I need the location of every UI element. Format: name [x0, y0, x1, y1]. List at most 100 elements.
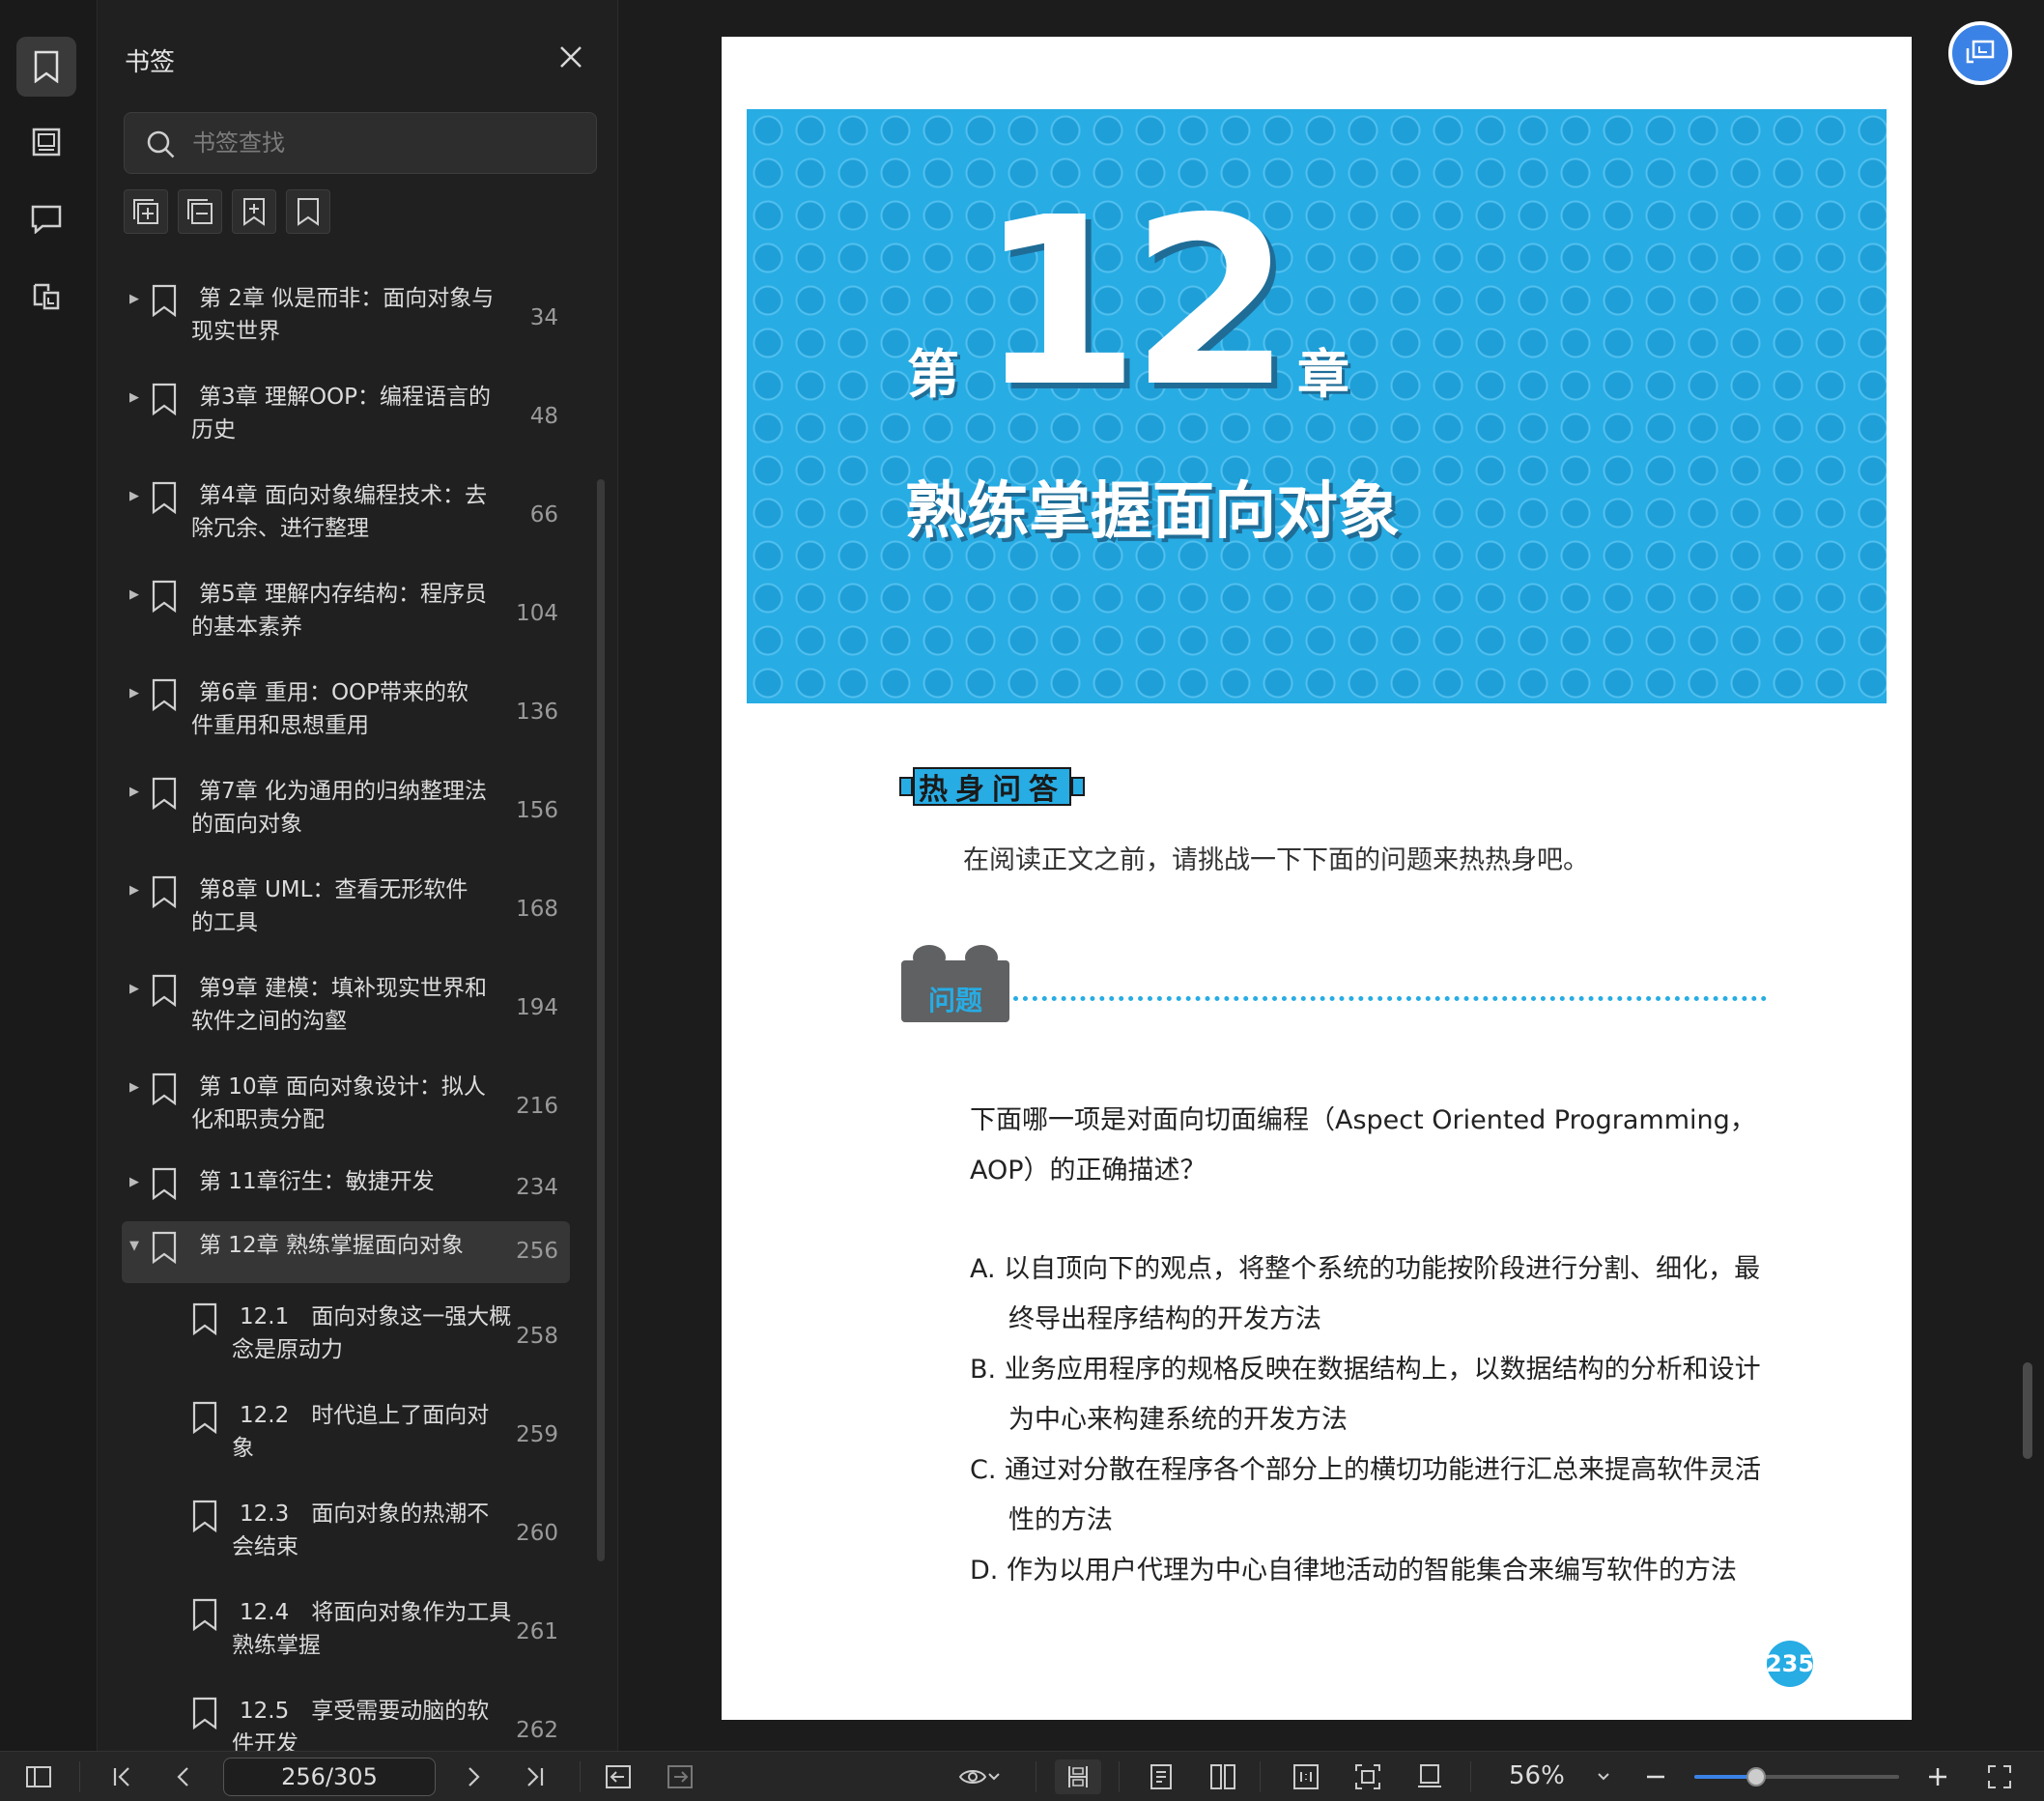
page-extract-icon [33, 283, 60, 310]
bookmark-search-input[interactable] [192, 113, 579, 173]
expand-toggle-icon[interactable]: ▶ [129, 292, 143, 306]
two-page-icon [1210, 1764, 1235, 1789]
bookmark-subitem[interactable]: 12.1 面向对象这一强大概 念是原动力 258 [122, 1289, 570, 1387]
next-page-button[interactable] [456, 1759, 491, 1794]
sidebar-icon [26, 1766, 51, 1787]
bookmark-search-box[interactable] [124, 112, 597, 174]
bookmark-icon [152, 875, 177, 908]
fit-page-button[interactable] [1347, 1759, 1389, 1794]
bookmark-page-number: 136 [516, 700, 558, 725]
zoom-out-button[interactable] [1638, 1759, 1673, 1794]
fit-width-icon [1068, 1766, 1088, 1787]
expand-toggle-icon[interactable]: ▶ [129, 587, 143, 602]
two-page-button[interactable] [1202, 1759, 1244, 1794]
tag-cap-right [1071, 777, 1085, 796]
bookmark-label: 第 10章 面向对象设计：拟人 [199, 1074, 486, 1100]
bookmark-label: 第5章 理解内存结构：程序员 [199, 582, 487, 607]
bookmark-label-continued: 象 [232, 1436, 254, 1461]
expand-toggle-icon[interactable]: ▶ [129, 390, 143, 405]
zoom-slider[interactable] [1694, 1767, 1899, 1787]
zoom-dropdown[interactable] [1590, 1759, 1617, 1794]
chevron-down-icon [988, 1773, 1000, 1781]
add-bookmark-icon [243, 198, 265, 226]
zoom-slider-handle[interactable] [1746, 1767, 1766, 1787]
annotation-panel-button[interactable] [16, 189, 76, 249]
back-button[interactable] [601, 1759, 636, 1794]
bookmark-subitem[interactable]: 12.5 享受需要动脑的软 件开发 262 [122, 1683, 570, 1751]
comment-icon [31, 205, 62, 234]
bookmark-item[interactable]: ▶ 第5章 理解内存结构：程序员 的基本素养 104 [122, 566, 570, 665]
bookmark-subitem[interactable]: 12.2 时代追上了面向对象 259 [122, 1387, 570, 1486]
expand-toggle-icon[interactable]: ▶ [129, 1175, 143, 1189]
bookmark-item[interactable]: ▶ 第3章 理解OOP：编程语言的 历史 48 [122, 369, 570, 468]
expand-toggle-icon[interactable]: ▶ [129, 982, 143, 996]
bookmark-item[interactable]: ▼ 第 12章 熟练掌握面向对象 256 [122, 1221, 570, 1283]
page-number-badge: 235 [1766, 1641, 1814, 1687]
bookmark-item[interactable]: ▶ 第6章 重用：OOP带来的软 件重用和思想重用 136 [122, 665, 570, 763]
bookmark-item[interactable]: ▶ 第9章 建模：填补现实世界和 软件之间的沟壑 194 [122, 960, 570, 1059]
bookmark-button[interactable] [286, 189, 330, 234]
thumbnail-panel-button[interactable] [16, 112, 76, 172]
warmup-tag: 热身问答 [899, 767, 1085, 807]
expand-all-button[interactable] [124, 189, 168, 234]
fullscreen-button[interactable] [1982, 1759, 2017, 1794]
expand-toggle-icon[interactable]: ▶ [129, 1080, 143, 1095]
bookmark-icon [152, 481, 177, 514]
document-viewport[interactable]: 第 12 章 熟练掌握面向对象 热身问答 在阅读正文之前，请挑战一下下面的问题来… [619, 0, 2044, 1751]
bookmark-icon [152, 1167, 177, 1200]
last-page-button[interactable] [518, 1759, 553, 1794]
add-bookmark-button[interactable] [232, 189, 276, 234]
fit-width-button[interactable] [1055, 1759, 1101, 1794]
bookmark-item[interactable]: ▶ 第 10章 面向对象设计：拟人 化和职责分配 216 [122, 1059, 570, 1158]
single-page-icon [1150, 1764, 1172, 1789]
expand-toggle-icon[interactable]: ▶ [129, 785, 143, 799]
actual-size-button[interactable] [1285, 1759, 1327, 1794]
bookmark-label-continued: 的面向对象 [191, 812, 302, 837]
bookmark-subitem[interactable]: 12.3 面向对象的热潮不 会结束 260 [122, 1486, 570, 1585]
close-icon[interactable] [556, 43, 585, 71]
bookmark-icon [192, 1401, 217, 1434]
bookmark-item[interactable]: ▶ 第8章 UML：查看无形软件 的工具 168 [122, 862, 570, 960]
bookmark-page-number: 156 [516, 798, 558, 823]
actual-size-icon [1293, 1764, 1319, 1789]
bookmark-subitem[interactable]: 12.4 将面向对象作为工具 熟练掌握 261 [122, 1585, 570, 1683]
zoom-level[interactable]: 56% [1509, 1761, 1565, 1790]
first-page-button[interactable] [104, 1759, 139, 1794]
panel-scrollbar[interactable] [597, 479, 605, 1561]
expand-toggle-icon[interactable]: ▶ [129, 883, 143, 898]
warmup-intro: 在阅读正文之前，请挑战一下下面的问题来热热身吧。 [963, 845, 1589, 875]
zoom-in-button[interactable] [1920, 1759, 1955, 1794]
prev-page-button[interactable] [166, 1759, 201, 1794]
collapse-all-button[interactable] [178, 189, 222, 234]
extract-panel-button[interactable] [16, 267, 76, 327]
single-page-button[interactable] [1140, 1759, 1182, 1794]
expand-toggle-icon[interactable]: ▶ [129, 686, 143, 700]
bookmark-item[interactable]: ▶ 第 2章 似是而非：面向对象与 现实世界 34 [122, 271, 570, 369]
document-scrollbar[interactable] [2023, 1362, 2032, 1459]
bookmark-item[interactable]: ▶ 第4章 面向对象编程技术：去 除冗余、进行整理 66 [122, 468, 570, 566]
question-brick: 问题 [901, 945, 1009, 1022]
floating-action-button[interactable] [1948, 21, 2012, 85]
bookmark-icon [152, 284, 177, 317]
bookmark-label-continued: 现实世界 [191, 319, 280, 344]
bookmark-icon [152, 678, 177, 711]
collapse-toggle-icon[interactable]: ▼ [129, 1239, 143, 1253]
screen-capture-icon [1966, 40, 1995, 64]
tag-cap-left [899, 777, 913, 796]
bookmark-icon [152, 383, 177, 415]
bookmark-panel-button[interactable] [16, 37, 76, 97]
page-number-input[interactable]: 256/305 [223, 1758, 436, 1796]
bookmark-page-number: 262 [516, 1718, 558, 1743]
toggle-sidebar-button[interactable] [21, 1759, 56, 1794]
chapter-number: 12 [979, 167, 1292, 438]
expand-toggle-icon[interactable]: ▶ [129, 489, 143, 503]
chevron-left-icon [177, 1767, 188, 1787]
forward-button[interactable] [663, 1759, 697, 1794]
option-b: B. 业务应用程序的规格反映在数据结构上，以数据结构的分析和设计为中心来构建系统… [970, 1355, 1761, 1435]
view-mode-dropdown[interactable] [951, 1759, 1008, 1794]
bookmark-item[interactable]: ▶ 第 11章衍生：敏捷开发 234 [122, 1158, 570, 1223]
panel-title: 书签 [125, 48, 176, 77]
bookmark-icon [192, 1697, 217, 1730]
rotate-button[interactable] [1408, 1759, 1451, 1794]
bookmark-item[interactable]: ▶ 第7章 化为通用的归纳整理法 的面向对象 156 [122, 763, 570, 862]
